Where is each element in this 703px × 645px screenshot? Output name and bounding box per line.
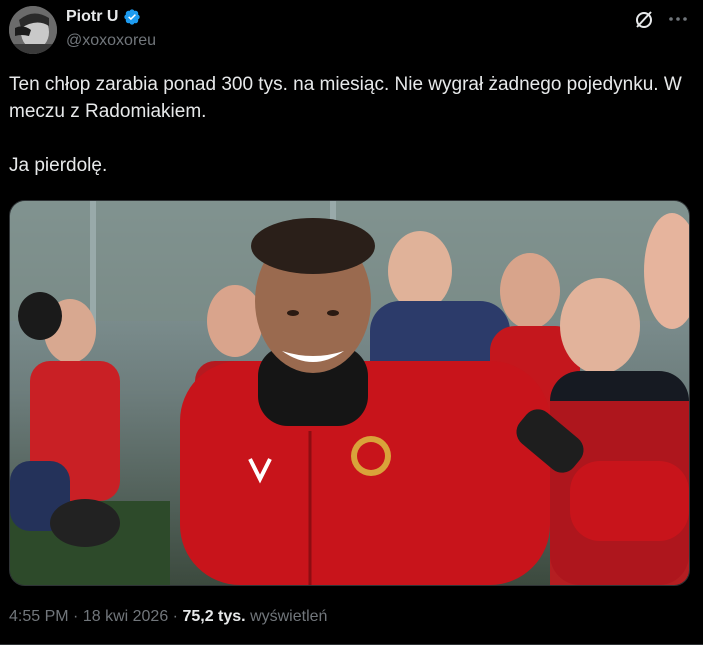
grok-icon[interactable] bbox=[632, 7, 656, 31]
tweet-text: Ten chłop zarabia ponad 300 tys. na mies… bbox=[9, 74, 682, 176]
author-name[interactable]: Piotr U bbox=[66, 8, 118, 26]
photo-image bbox=[10, 201, 689, 585]
separator-dot: · bbox=[73, 608, 79, 625]
tweet-header: Piotr U @xoxoxoreu bbox=[0, 0, 703, 62]
verified-badge-icon bbox=[124, 9, 141, 25]
author-handle[interactable]: @xoxoxoreu bbox=[66, 32, 156, 50]
separator-dot: · bbox=[172, 608, 178, 625]
views-count[interactable]: 75,2 tys. bbox=[182, 608, 245, 625]
tweet-metadata: 4:55 PM · 18 kwi 2026 · 75,2 tys. wyświe… bbox=[9, 608, 327, 626]
more-icon[interactable] bbox=[666, 7, 690, 31]
views-label: wyświetleń bbox=[250, 608, 328, 625]
author-name-row[interactable]: Piotr U bbox=[66, 8, 141, 26]
tweet-photo[interactable] bbox=[9, 200, 690, 586]
tweet-time[interactable]: 4:55 PM bbox=[9, 608, 69, 625]
tweet-date[interactable]: 18 kwi 2026 bbox=[83, 608, 168, 625]
avatar[interactable] bbox=[9, 6, 57, 54]
